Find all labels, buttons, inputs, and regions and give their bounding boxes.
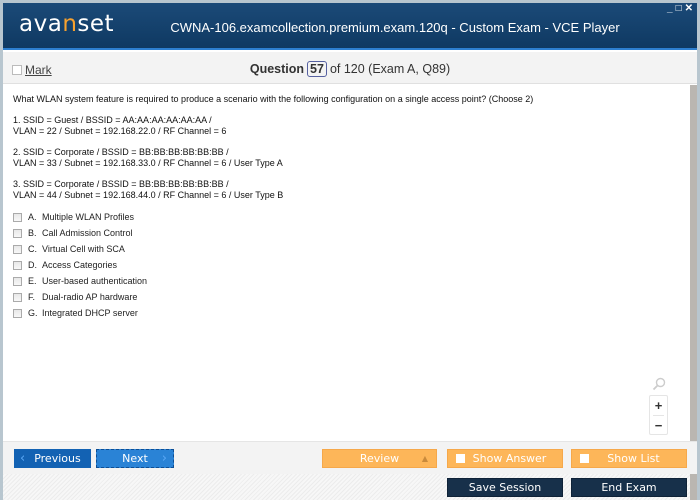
config-line: VLAN = 33 / Subnet = 192.168.33.0 / RF C… <box>13 158 283 168</box>
checkbox-icon[interactable] <box>13 308 22 318</box>
save-session-button[interactable]: Save Session <box>447 478 563 497</box>
option-text: User-based authentication <box>42 276 148 286</box>
window-title: CWNA-106.examcollection.premium.exam.120… <box>170 20 620 35</box>
checkbox-icon[interactable] <box>580 454 589 463</box>
close-icon[interactable]: ✕ <box>685 4 693 14</box>
checkbox-icon[interactable] <box>13 292 22 302</box>
option-text: Call Admission Control <box>42 228 133 238</box>
checkbox-icon[interactable] <box>13 212 22 222</box>
chevron-right-icon: › <box>161 451 167 466</box>
question-header: Mark Question 57 of 120 (Exam A, Q89) <box>3 52 697 84</box>
option-letter: G. <box>28 308 38 318</box>
navigation-bar: ‹ Previous Next › Review ▲ Show Answer S… <box>3 441 697 474</box>
review-label: Review <box>359 452 400 465</box>
config-line: VLAN = 22 / Subnet = 192.168.22.0 / RF C… <box>13 126 227 136</box>
end-exam-button[interactable]: End Exam <box>571 478 687 497</box>
option-text: Access Categories <box>42 260 118 270</box>
question-text: What WLAN system feature is required to … <box>13 94 534 104</box>
app-window: avanset CWNA-106.examcollection.premium.… <box>3 3 697 500</box>
answer-option-b[interactable]: B. Call Admission Control <box>13 225 690 241</box>
window-controls: _ □ ✕ <box>667 4 693 14</box>
checkbox-icon[interactable] <box>13 228 22 238</box>
zoom-in-button[interactable]: + <box>650 396 667 415</box>
question-label: Question <box>249 62 305 76</box>
title-bar: avanset CWNA-106.examcollection.premium.… <box>3 3 697 50</box>
question-total: of 120 (Exam A, Q89) <box>329 62 451 76</box>
minimize-icon[interactable]: _ <box>667 4 673 14</box>
show-list-button[interactable]: Show List <box>571 449 687 468</box>
vertical-scrollbar[interactable] <box>690 85 697 441</box>
option-text: Dual-radio AP hardware <box>42 292 138 302</box>
checkbox-icon[interactable] <box>13 260 22 270</box>
previous-label: Previous <box>34 452 81 465</box>
option-letter: A. <box>28 212 37 222</box>
review-button[interactable]: Review ▲ <box>322 449 437 468</box>
question-content: What WLAN system feature is required to … <box>3 85 690 441</box>
answer-option-e[interactable]: E. User-based authentication <box>13 273 690 289</box>
checkbox-icon[interactable] <box>456 454 465 463</box>
next-button[interactable]: Next › <box>96 449 174 468</box>
option-letter: B. <box>28 228 37 238</box>
option-letter: E. <box>28 276 37 286</box>
answer-option-f[interactable]: F. Dual-radio AP hardware <box>13 289 690 305</box>
option-text: Virtual Cell with SCA <box>42 244 125 254</box>
option-letter: F. <box>28 292 36 302</box>
zoom-out-button[interactable]: − <box>650 416 667 435</box>
option-letter: C. <box>28 244 37 254</box>
config-line: 1. SSID = Guest / BSSID = AA:AA:AA:AA:AA… <box>13 115 212 125</box>
frame-edge <box>690 474 697 500</box>
question-counter: Question 57 of 120 (Exam A, Q89) <box>3 61 697 77</box>
config-line: 2. SSID = Corporate / BSSID = BB:BB:BB:B… <box>13 147 229 157</box>
previous-button[interactable]: ‹ Previous <box>14 449 91 468</box>
answer-option-d[interactable]: D. Access Categories <box>13 257 690 273</box>
answer-options: A. Multiple WLAN Profiles B. Call Admissio… <box>13 209 690 321</box>
answer-option-a[interactable]: A. Multiple WLAN Profiles <box>13 209 690 225</box>
show-answer-label: Show Answer <box>472 452 547 465</box>
caret-up-icon: ▲ <box>421 454 428 463</box>
session-bar: Save Session End Exam <box>3 474 690 500</box>
config-line: VLAN = 44 / Subnet = 192.168.44.0 / RF C… <box>13 190 284 200</box>
option-text: Integrated DHCP server <box>42 308 138 318</box>
next-label: Next <box>122 452 148 465</box>
config-line: 3. SSID = Corporate / BSSID = BB:BB:BB:B… <box>13 179 229 189</box>
answer-option-g[interactable]: G. Integrated DHCP server <box>13 305 690 321</box>
zoom-control: + − <box>649 395 668 435</box>
checkbox-icon[interactable] <box>13 276 22 286</box>
chevron-left-icon: ‹ <box>20 451 26 466</box>
option-text: Multiple WLAN Profiles <box>42 212 135 222</box>
maximize-icon[interactable]: □ <box>676 4 682 14</box>
show-list-label: Show List <box>607 452 660 465</box>
magnifier-icon <box>652 377 666 394</box>
question-number-input[interactable]: 57 <box>307 61 327 77</box>
checkbox-icon[interactable] <box>13 244 22 254</box>
option-letter: D. <box>28 260 37 270</box>
answer-option-c[interactable]: C. Virtual Cell with SCA <box>13 241 690 257</box>
show-answer-button[interactable]: Show Answer <box>447 449 563 468</box>
